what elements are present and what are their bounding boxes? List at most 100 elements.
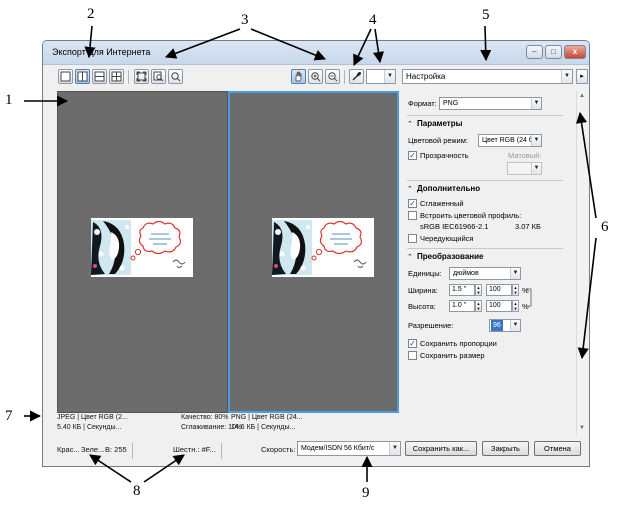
callout-2: 2: [87, 6, 95, 22]
height-percent-stepper[interactable]: ▲ ▼: [512, 300, 519, 312]
keep-proportions-checkbox[interactable]: ✓: [408, 339, 417, 348]
maximize-button[interactable]: □: [545, 45, 562, 59]
collapse-icon: ⌃: [407, 186, 413, 193]
width-percent-input[interactable]: 100: [486, 284, 512, 296]
checkmark-icon: ✓: [409, 339, 416, 348]
export-for-web-window: Экспорт для Интернета – □ x ▼ Настройка …: [42, 40, 590, 467]
toolbar-separator: [128, 70, 129, 84]
width-percent-stepper[interactable]: ▲ ▼: [512, 284, 519, 296]
zoom-out-button[interactable]: [325, 69, 340, 84]
original-preview-pane[interactable]: [57, 91, 228, 413]
speed-label: Скорость:: [261, 445, 296, 454]
optimized-size-info: 14.6 КБ | Секунды...: [231, 424, 296, 431]
divider: [407, 180, 563, 181]
magnifier-page-icon: [153, 71, 164, 82]
chevron-down-icon: ▼: [531, 98, 541, 109]
divider: [407, 248, 563, 249]
collapse-icon: ⌃: [407, 254, 413, 261]
format-dropdown[interactable]: PNG ▼: [439, 97, 542, 110]
color-mode-value: Цвет RGB (24 б...: [482, 137, 532, 144]
hand-icon: [295, 71, 302, 82]
two-up-vertical-button[interactable]: [75, 69, 90, 84]
print-size-button[interactable]: [168, 69, 183, 84]
transform-header-text: Преобразование: [417, 252, 484, 261]
width-label: Ширина:: [408, 286, 438, 295]
two-pane-vertical-icon: [77, 71, 88, 82]
callout-3: 3: [241, 12, 249, 28]
keep-size-checkbox[interactable]: [408, 351, 417, 360]
transform-section-header[interactable]: ⌃ Преобразование: [407, 252, 483, 261]
preview-artwork: [272, 218, 374, 277]
optimized-format-info: PNG | Цвет RGB (24...: [231, 414, 303, 421]
scroll-down-icon: ▼: [579, 425, 585, 431]
parameters-header-text: Параметры: [417, 119, 463, 128]
hand-tool-button[interactable]: [291, 69, 306, 84]
divider: [407, 115, 563, 116]
eyedropper-color-dropdown[interactable]: ▼: [366, 69, 396, 84]
fit-screen-icon: [136, 71, 147, 82]
callout-5: 5: [482, 7, 490, 23]
status-separator: [221, 443, 222, 459]
preset-menu-button[interactable]: ▸: [576, 69, 588, 84]
collapse-icon: ⌃: [407, 121, 413, 128]
blue-value: В: 255: [105, 445, 127, 454]
chevron-down-icon: ▼: [384, 70, 395, 83]
units-value: дюймов: [453, 270, 479, 277]
antialias-checkbox[interactable]: ✓: [408, 199, 417, 208]
save-as-button[interactable]: Сохранить как...: [405, 441, 477, 456]
settings-panel: Формат: PNG ▼ ⌃ Параметры Цветовой режим:…: [405, 91, 573, 435]
transparency-checkbox[interactable]: ✓: [408, 151, 417, 160]
preview-image: [91, 218, 193, 277]
original-view-button[interactable]: [58, 69, 73, 84]
parameters-section-header[interactable]: ⌃ Параметры: [407, 119, 462, 128]
callout-1: 1: [5, 92, 13, 108]
color-mode-dropdown[interactable]: Цвет RGB (24 б... ▼: [478, 134, 542, 147]
close-window-button[interactable]: x: [564, 45, 586, 59]
minimize-button[interactable]: –: [526, 45, 543, 59]
height-percent-input[interactable]: 100: [486, 300, 512, 312]
actual-pixels-button[interactable]: [151, 69, 166, 84]
optimized-preview-pane[interactable]: [228, 91, 399, 413]
eyedropper-tool-button[interactable]: [349, 69, 364, 84]
callout-7: 7: [5, 408, 13, 424]
title-bar[interactable]: Экспорт для Интернета – □ x: [43, 41, 589, 65]
format-value: PNG: [443, 100, 459, 107]
four-pane-icon: [111, 71, 122, 82]
two-up-horizontal-button[interactable]: [92, 69, 107, 84]
speed-dropdown[interactable]: Модем/ISDN 56 Кбит/с ▼: [297, 441, 401, 456]
chevron-down-icon: ▼: [531, 135, 541, 146]
chevron-down-icon: ▼: [561, 70, 572, 83]
toolbar-separator: [344, 70, 345, 84]
status-bar: Крас... Зеле... В: 255 Шестн.: #F... Ско…: [43, 439, 589, 466]
width-stepper[interactable]: ▲ ▼: [475, 284, 482, 296]
single-pane-icon: [60, 71, 71, 82]
red-value: Крас...: [57, 445, 80, 454]
matte-dropdown[interactable]: ▼: [507, 162, 542, 175]
advanced-section-header[interactable]: ⌃ Дополнительно: [407, 184, 480, 193]
zoom-out-icon: [328, 72, 338, 82]
profile-size: 3.07 КБ: [515, 222, 541, 231]
preset-value: Настройка: [406, 72, 446, 81]
cancel-button[interactable]: Отмена: [534, 441, 581, 456]
resolution-dropdown[interactable]: 96 ▼: [489, 319, 521, 332]
four-up-button[interactable]: [109, 69, 124, 84]
units-dropdown[interactable]: дюймов ▼: [449, 267, 521, 280]
settings-scrollbar[interactable]: ▲ ▼: [576, 91, 587, 435]
close-button[interactable]: Закрыть: [482, 441, 529, 456]
profile-name: sRGB IEC61966-2.1: [420, 222, 489, 231]
zoom-in-button[interactable]: [308, 69, 323, 84]
eyedropper-icon: [352, 72, 361, 81]
preview-artwork: [91, 218, 193, 277]
interlaced-checkbox[interactable]: [408, 234, 417, 243]
embed-profile-label: Встроить цветовой профиль:: [420, 211, 522, 220]
height-input[interactable]: 1.0 ": [449, 300, 475, 312]
callout-8: 8: [133, 483, 141, 499]
embed-profile-checkbox[interactable]: [408, 211, 417, 220]
preset-dropdown[interactable]: Настройка ▼: [402, 69, 573, 84]
width-input[interactable]: 1.5 ": [449, 284, 475, 296]
height-stepper[interactable]: ▲ ▼: [475, 300, 482, 312]
annotated-screenshot: Экспорт для Интернета – □ x ▼ Настройка …: [0, 0, 625, 523]
chevron-down-icon: ▼: [510, 320, 520, 331]
keep-proportions-label: Сохранить пропорции: [420, 339, 497, 348]
fit-on-screen-button[interactable]: [134, 69, 149, 84]
